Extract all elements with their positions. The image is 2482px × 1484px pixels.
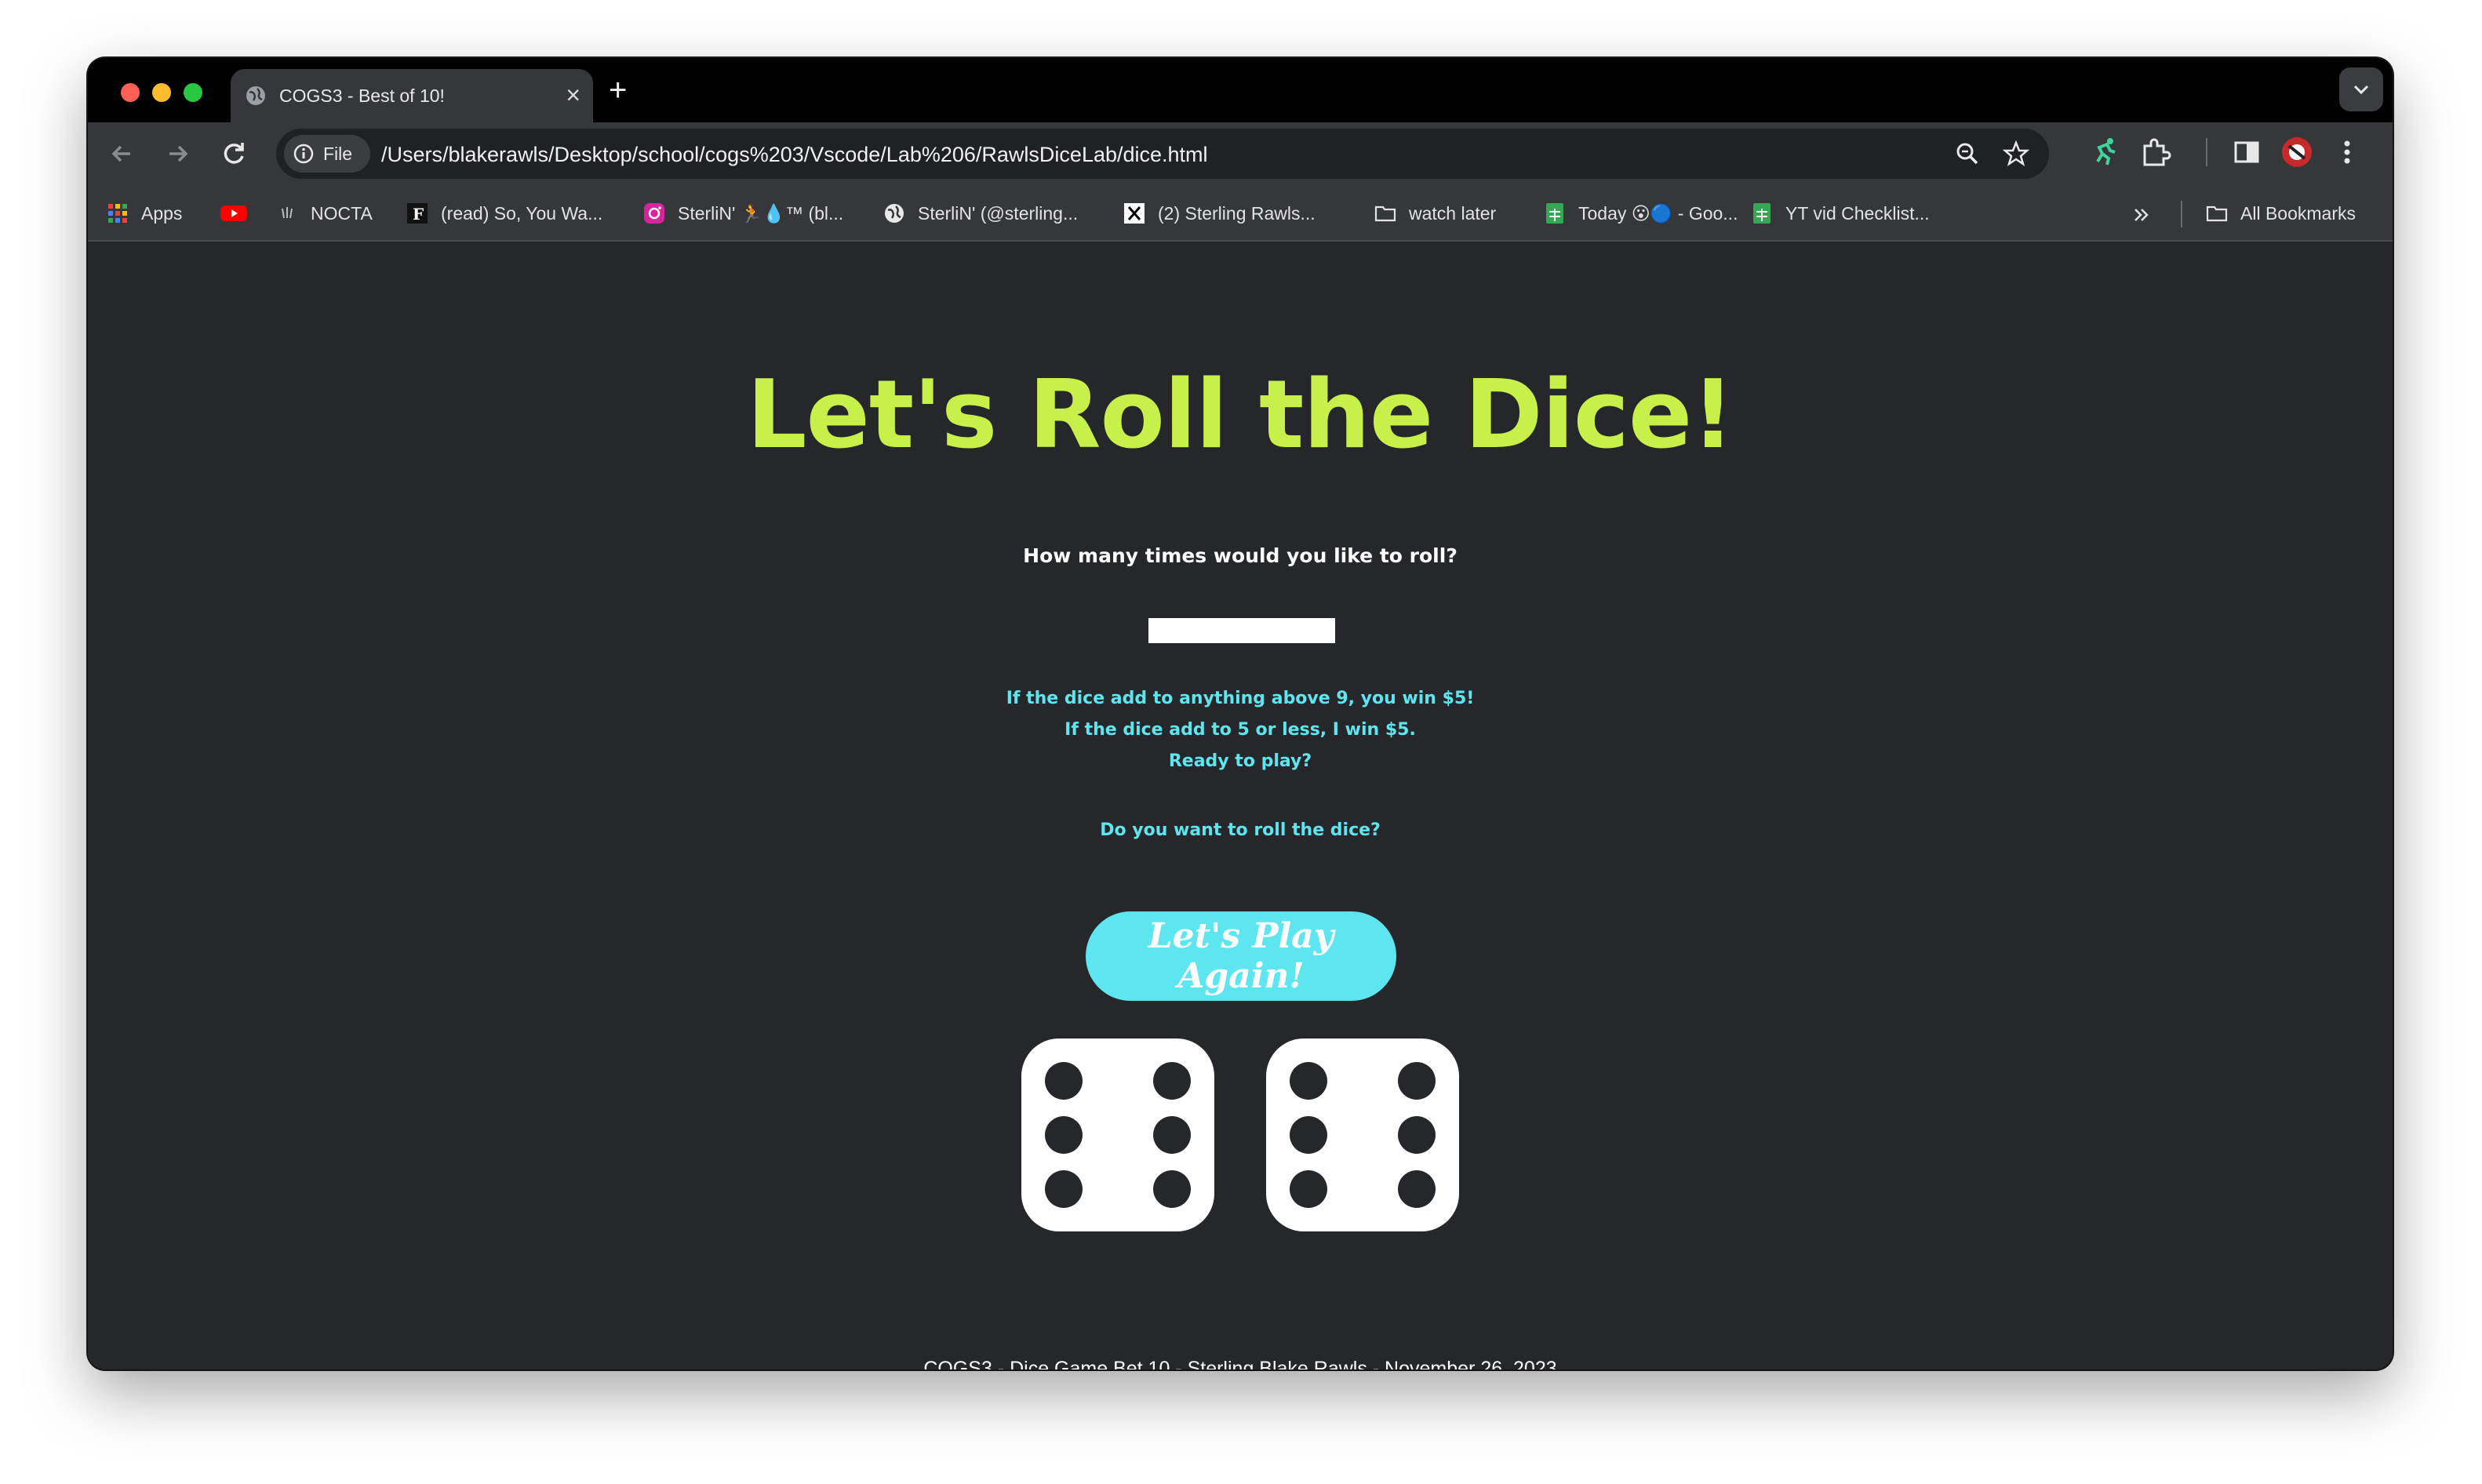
more-menu-icon[interactable] — [2330, 135, 2364, 169]
bookmarks-divider — [2181, 201, 2182, 227]
play-again-button[interactable]: Let's Play Again! — [1086, 911, 1396, 1001]
svg-text:F: F — [413, 205, 424, 224]
bookmark-label: SterliN' (@sterling... — [918, 203, 1079, 224]
die-pip — [1045, 1062, 1083, 1100]
tab-title: COGS3 - Best of 10! — [279, 85, 445, 106]
back-button[interactable] — [104, 135, 141, 173]
zoom-icon[interactable] — [1953, 140, 1982, 168]
bookmark-label: Today 😮🔵 - Goo... — [1578, 203, 1738, 224]
bookmarks-bar: Apps NOCTA F (read) So, You Wa... Sterli… — [88, 185, 2393, 242]
chip-label: File — [323, 144, 353, 164]
bookmark-label: (read) So, You Wa... — [441, 203, 603, 224]
forward-arrow-icon — [169, 145, 188, 162]
tab-close-icon[interactable]: × — [566, 80, 580, 110]
all-bookmarks-label: All Bookmarks — [2240, 203, 2356, 224]
die-pip — [1290, 1170, 1327, 1208]
die-pip — [1153, 1062, 1191, 1100]
bookmark-label: (2) Sterling Rawls... — [1158, 203, 1316, 224]
page-footer: COGS3 - Dice Game Bet 10 - Sterling Blak… — [923, 1358, 1557, 1369]
apps-grid-icon — [108, 204, 127, 223]
reload-icon — [224, 143, 244, 164]
x-icon — [1124, 203, 1145, 224]
bookmark-star-icon[interactable] — [2002, 140, 2030, 168]
site-info-chip[interactable]: File — [284, 135, 370, 173]
profile-avatar-icon[interactable] — [2280, 135, 2314, 169]
bookmark-label: watch later — [1409, 203, 1497, 224]
extensions-puzzle-icon[interactable] — [2138, 135, 2173, 169]
url-text[interactable]: /Users/blakerawls/Desktop/school/cogs%20… — [381, 142, 1208, 167]
bookmark-label: NOCTA — [311, 203, 373, 224]
tab-active[interactable]: COGS3 - Best of 10! × — [231, 69, 593, 122]
bookmark-label: SterliN' 🏃💧™ (bl... — [678, 203, 844, 224]
f-icon: F — [407, 203, 428, 224]
close-window-button[interactable] — [121, 83, 140, 102]
side-panel-icon[interactable] — [2229, 135, 2264, 169]
bookmark-youtube[interactable] — [220, 201, 248, 226]
die-pip — [1398, 1062, 1436, 1100]
die-pip — [1045, 1170, 1083, 1208]
rule-lose-text: If the dice add to 5 or less, I win $5. — [1064, 720, 1416, 740]
die-pip — [1290, 1116, 1327, 1154]
die-right — [1266, 1038, 1459, 1231]
extension-runner-icon[interactable] — [2087, 135, 2121, 169]
die-pip — [1045, 1116, 1083, 1154]
youtube-icon — [220, 206, 247, 221]
roll-count-input[interactable] — [1148, 618, 1335, 643]
folder-icon — [1374, 206, 1396, 222]
roll-question: How many times would you like to roll? — [1023, 544, 1458, 567]
minimize-window-button[interactable] — [152, 83, 171, 102]
toolbar-divider — [2206, 138, 2207, 166]
more-bookmarks-chevron-icon[interactable] — [2131, 204, 2153, 226]
rule-win-text: If the dice add to anything above 9, you… — [1006, 689, 1475, 708]
tab-search-button[interactable] — [2339, 67, 2383, 111]
globe-icon — [246, 86, 265, 105]
die-pip — [1153, 1116, 1191, 1154]
maximize-window-button[interactable] — [184, 83, 202, 102]
nocta-icon — [282, 207, 293, 219]
info-icon — [293, 144, 314, 164]
die-pip — [1290, 1062, 1327, 1100]
reload-button[interactable] — [215, 135, 253, 173]
roll-prompt-text: Do you want to roll the dice? — [1100, 820, 1381, 840]
forward-button[interactable] — [158, 135, 196, 173]
browser-window: COGS3 - Best of 10! × + File /Users/blak… — [88, 58, 2393, 1369]
new-tab-button[interactable]: + — [609, 71, 627, 110]
die-left — [1021, 1038, 1214, 1231]
page-title: Let's Roll the Dice! — [747, 361, 1734, 470]
toolbar: File /Users/blakerawls/Desktop/school/co… — [88, 122, 2393, 185]
die-pip — [1153, 1170, 1191, 1208]
instagram-icon — [644, 203, 664, 224]
page-content: Let's Roll the Dice! How many times woul… — [88, 243, 2393, 1369]
bookmark-label: Apps — [141, 203, 183, 224]
ready-text: Ready to play? — [1168, 751, 1312, 771]
sheets-icon — [1546, 203, 1563, 224]
die-pip — [1398, 1116, 1436, 1154]
die-pip — [1398, 1170, 1436, 1208]
address-bar[interactable]: File /Users/blakerawls/Desktop/school/co… — [276, 129, 2049, 179]
bookmark-label: YT vid Checklist... — [1785, 203, 1930, 224]
back-arrow-icon — [111, 145, 130, 162]
folder-icon — [2206, 206, 2228, 222]
tab-strip: COGS3 - Best of 10! × + — [88, 58, 2393, 122]
globe-icon — [885, 204, 904, 223]
chevron-down-icon — [2353, 85, 2369, 95]
sheets-icon — [1753, 203, 1771, 224]
